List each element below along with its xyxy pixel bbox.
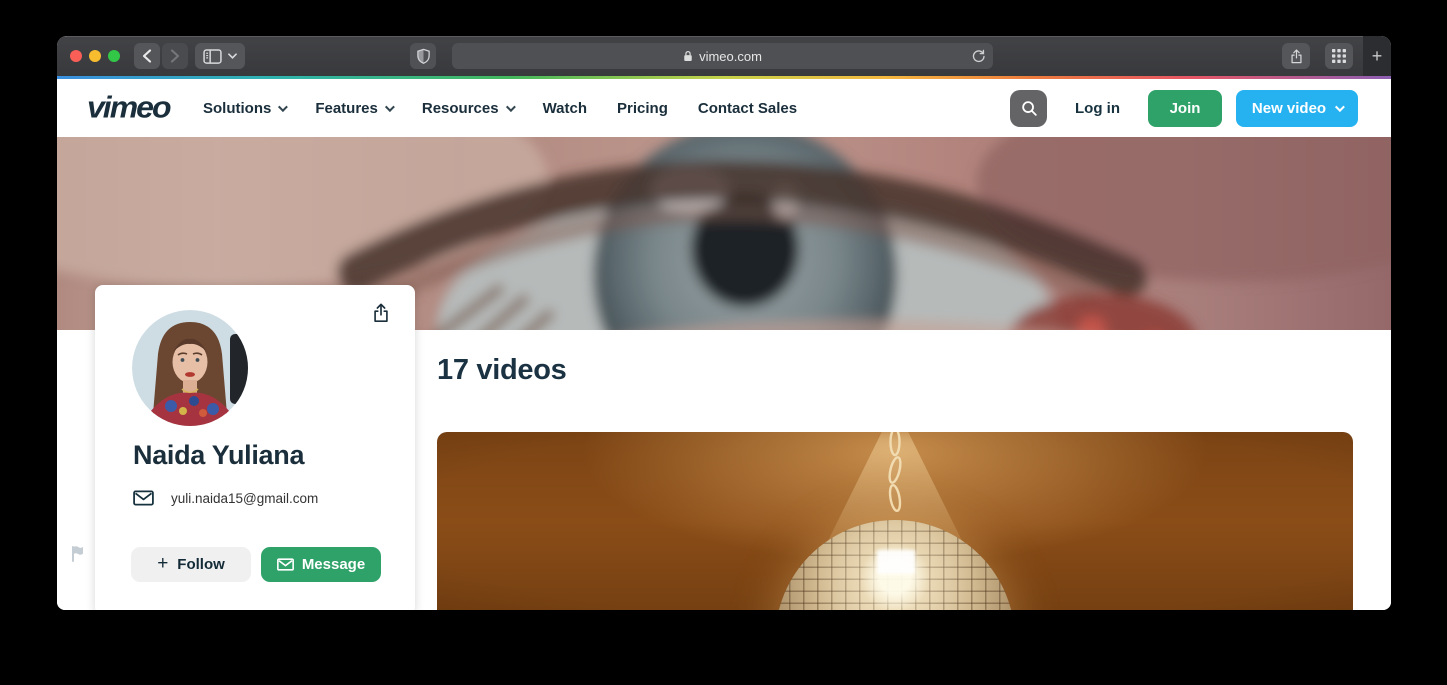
avatar-portrait: [132, 310, 248, 426]
avatar: [132, 310, 248, 426]
profile-card: Naida Yuliana yuli.naida15@gmail.com + F…: [95, 285, 415, 610]
back-icon: [141, 48, 153, 64]
profile-name: Naida Yuliana: [133, 440, 304, 471]
message-button[interactable]: Message: [261, 547, 381, 582]
address-bar[interactable]: vimeo.com: [452, 43, 993, 69]
profile-email-row: yuli.naida15@gmail.com: [133, 490, 318, 506]
browser-toolbar: vimeo.com +: [57, 36, 1391, 76]
browser-window: vimeo.com + vimeo Solutions: [57, 36, 1391, 610]
tab-overview-button[interactable]: [1325, 43, 1353, 69]
envelope-icon: [277, 558, 294, 571]
new-tab-button[interactable]: +: [1363, 36, 1391, 76]
chevron-down-icon: [385, 102, 395, 112]
disco-ball-highlight: [877, 550, 915, 574]
profile-email: yuli.naida15@gmail.com: [171, 491, 318, 506]
new-video-button[interactable]: New video: [1236, 90, 1358, 127]
envelope-icon: [133, 490, 154, 506]
plus-icon: +: [157, 554, 168, 573]
site-header: vimeo Solutions Features Resources Watch…: [57, 79, 1391, 137]
tab-overview-icon: [1332, 49, 1346, 63]
zoom-window-button[interactable]: [108, 50, 120, 62]
login-link[interactable]: Log in: [1075, 100, 1120, 117]
forward-button[interactable]: [162, 43, 188, 69]
sidebar-icon: [203, 49, 222, 64]
share-icon: [371, 302, 391, 324]
vimeo-page: vimeo Solutions Features Resources Watch…: [57, 76, 1391, 610]
join-button[interactable]: Join: [1148, 90, 1222, 127]
share-icon: [1289, 48, 1304, 65]
videos-count-heading: 17 videos: [437, 354, 567, 387]
nav-item-contact-sales[interactable]: Contact Sales: [698, 100, 797, 117]
new-tab-icon: +: [1372, 46, 1383, 67]
chevron-down-icon: [278, 102, 288, 112]
nav-item-solutions[interactable]: Solutions: [203, 100, 285, 117]
chevron-down-icon: [1335, 102, 1345, 112]
nav-item-pricing[interactable]: Pricing: [617, 100, 668, 117]
profile-actions: + Follow Message: [131, 547, 381, 582]
report-flag-button[interactable]: [69, 544, 87, 562]
main-nav: Solutions Features Resources Watch Prici…: [203, 79, 797, 137]
back-button[interactable]: [134, 43, 160, 69]
close-window-button[interactable]: [70, 50, 82, 62]
share-button[interactable]: [1282, 43, 1310, 69]
chevron-down-icon: [506, 102, 516, 112]
nav-item-watch[interactable]: Watch: [543, 100, 587, 117]
chevron-down-icon: [228, 53, 237, 59]
share-profile-button[interactable]: [371, 302, 391, 329]
search-icon: [1020, 99, 1038, 117]
video-thumbnail[interactable]: [437, 432, 1353, 610]
sidebar-toggle-button[interactable]: [195, 43, 245, 69]
lock-icon: [683, 50, 693, 62]
nav-item-features[interactable]: Features: [315, 100, 392, 117]
privacy-report-button[interactable]: [410, 43, 436, 69]
follow-button[interactable]: + Follow: [131, 547, 251, 582]
reload-icon: [971, 48, 986, 64]
reload-button[interactable]: [971, 48, 986, 67]
desktop-background: vimeo.com + vimeo Solutions: [0, 0, 1447, 685]
vimeo-logo[interactable]: vimeo: [87, 90, 169, 125]
flag-icon: [69, 544, 87, 562]
nav-item-resources[interactable]: Resources: [422, 100, 513, 117]
header-actions: Log in Join New video: [1010, 79, 1358, 137]
minimize-window-button[interactable]: [89, 50, 101, 62]
disco-ball-chain: [888, 432, 902, 520]
privacy-shield-icon: [416, 48, 431, 65]
search-button[interactable]: [1010, 90, 1047, 127]
forward-icon: [169, 48, 181, 64]
url-text: vimeo.com: [699, 49, 762, 64]
window-controls: [70, 50, 120, 62]
